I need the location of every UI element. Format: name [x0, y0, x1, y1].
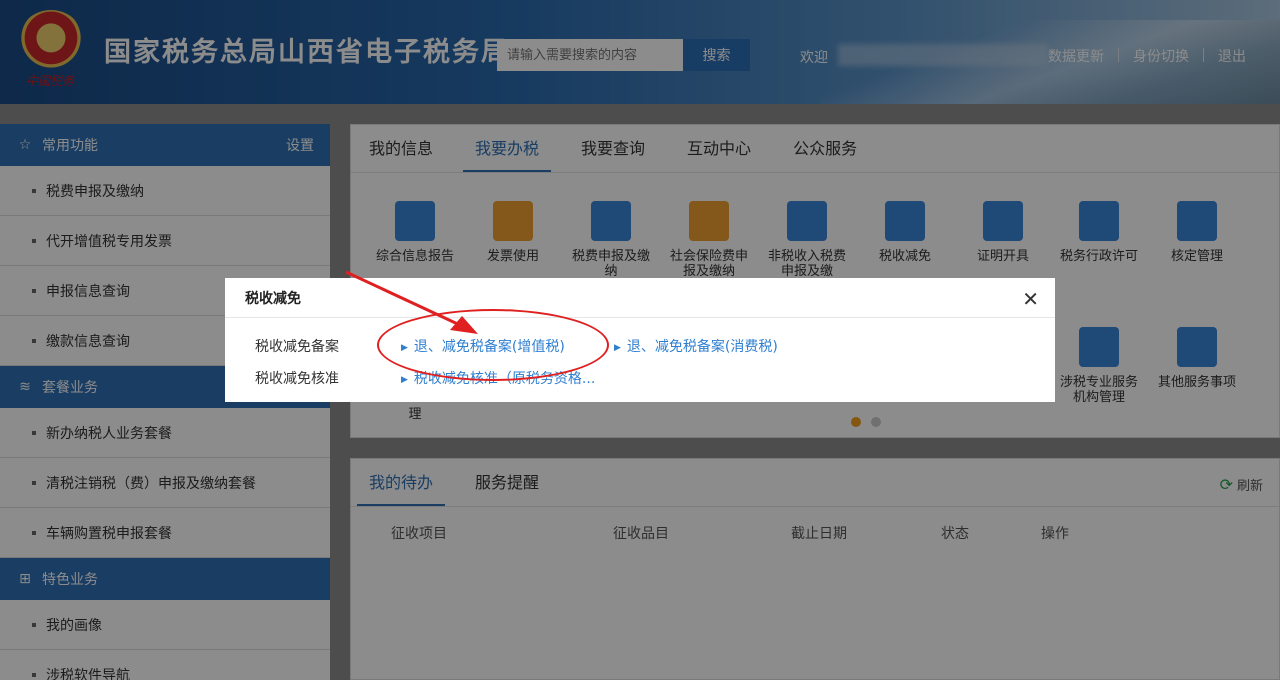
annotation-arrow: [345, 270, 478, 334]
